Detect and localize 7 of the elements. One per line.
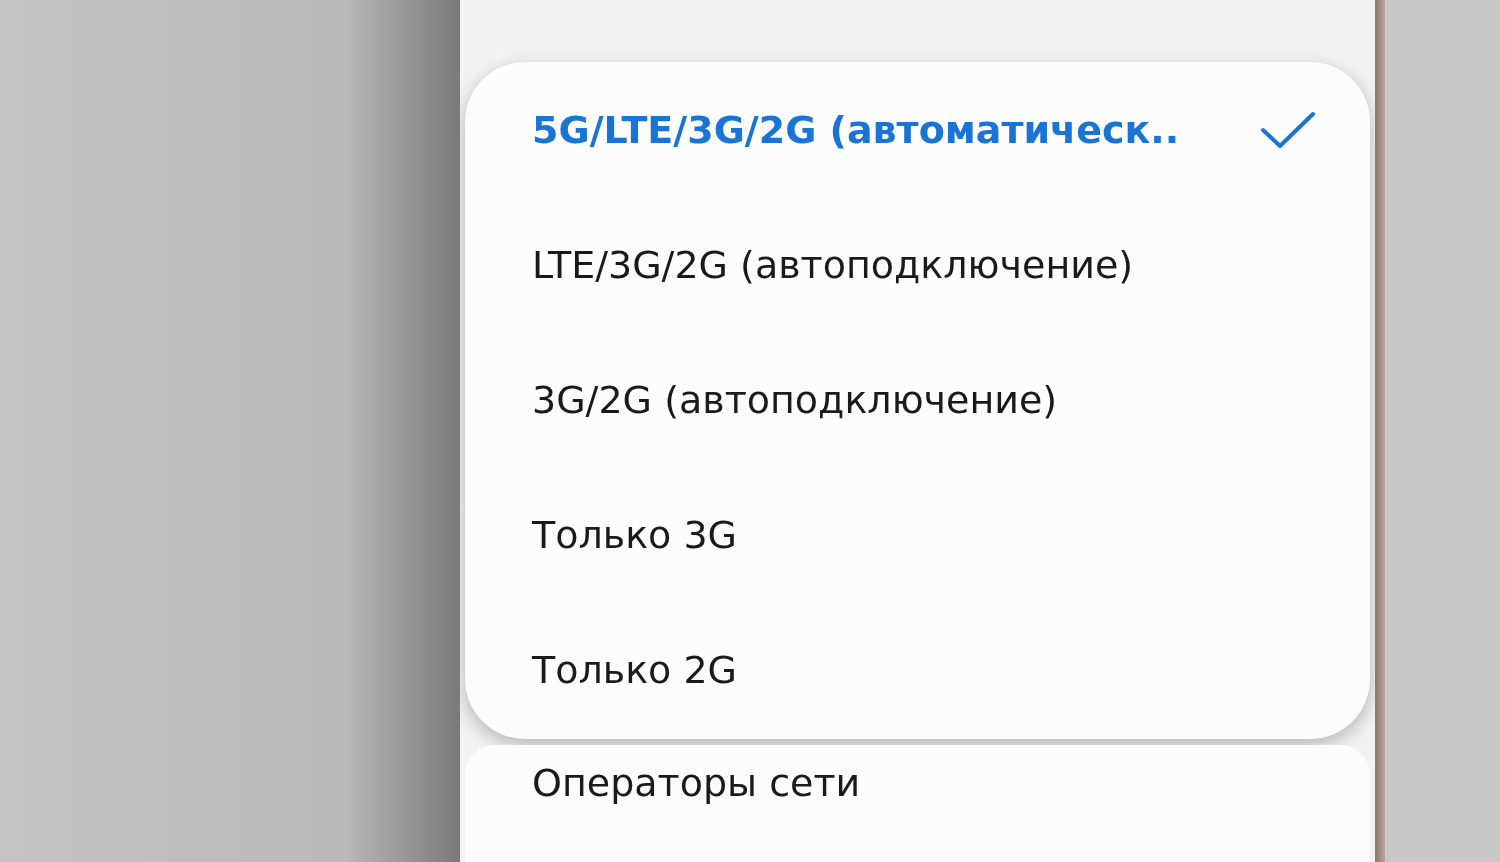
network-mode-option[interactable]: Только 2G	[465, 602, 1370, 737]
check-icon	[1260, 109, 1316, 150]
network-mode-option[interactable]: 5G/LTE/3G/2G (автоматическ..	[465, 62, 1370, 197]
menu-item[interactable]: Операторы сети	[532, 761, 1370, 805]
network-mode-option[interactable]: LTE/3G/2G (автоподключение)	[465, 197, 1370, 332]
network-mode-option[interactable]: 3G/2G (автоподключение)	[465, 332, 1370, 467]
network-mode-option[interactable]: Только 3G	[465, 467, 1370, 602]
